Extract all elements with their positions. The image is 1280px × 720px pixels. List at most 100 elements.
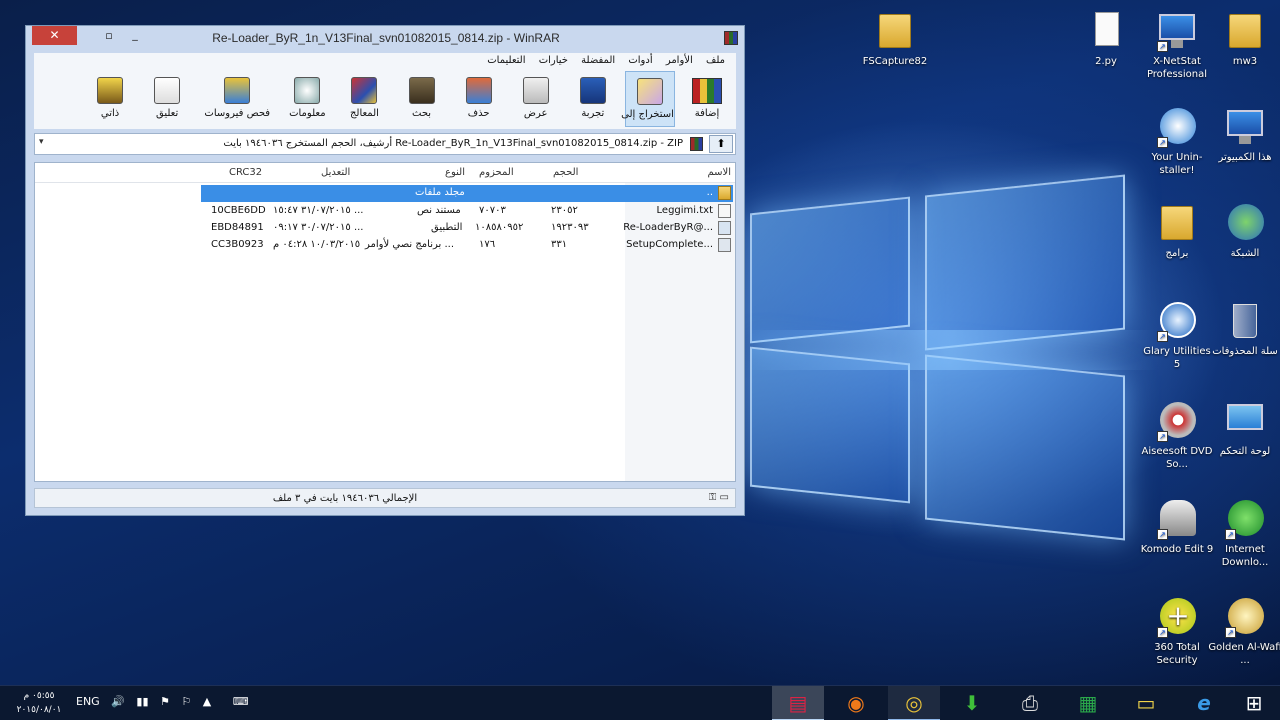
info-button[interactable]: معلومات xyxy=(282,71,332,127)
desktop-icon-fscapture[interactable]: FSCapture82 xyxy=(858,8,932,68)
desktop-icon-mw3[interactable]: mw3 xyxy=(1208,8,1280,68)
desktop-icon-control-panel[interactable]: لوحة التحكم xyxy=(1208,398,1280,458)
table-row[interactable]: Leggimi.txt ٢٣٠٥٢ ٧٠٧٠٣ مستند نص ٣١/٠٧/٢… xyxy=(35,203,735,220)
column-size[interactable]: الحجم xyxy=(553,167,578,178)
taskbar-idm[interactable]: ⬇ xyxy=(946,686,998,720)
menu-file[interactable]: ملف xyxy=(701,53,730,68)
show-hidden-icons-icon[interactable]: ▲ xyxy=(203,695,211,708)
desktop-icon-idm[interactable]: ↗ Internet Downlo... xyxy=(1208,496,1280,569)
desktop-icon-360-security[interactable]: + ↗ 360 Total Security xyxy=(1140,594,1214,667)
desktop-icon-komodo[interactable]: ↗ Komodo Edit 9 xyxy=(1140,496,1214,556)
virus-scan-button[interactable]: فحص فيروسات xyxy=(199,71,275,127)
delete-button[interactable]: حذف xyxy=(454,71,504,127)
status-bar: الإجمالي ١٩٤٦٠٣٦ بايت في ٣ ملف ⚿ ▭ xyxy=(34,488,736,508)
title-bar[interactable]: ✕ ▫ _ Re-Loader_ByR_1n_V13Final_svn01082… xyxy=(26,26,744,52)
clock-time: ٠٥:٥٥ م xyxy=(23,691,55,701)
column-packed[interactable]: المحزوم xyxy=(479,167,514,178)
wizard-button[interactable]: المعالج xyxy=(339,71,389,127)
cell-name: .. xyxy=(706,187,713,198)
sfx-button[interactable]: ذاتي xyxy=(85,71,135,127)
desktop-icon-label: لوحة التحكم xyxy=(1219,446,1271,457)
menu-tools[interactable]: أدوات xyxy=(623,53,657,68)
maximize-button[interactable]: ▫ xyxy=(99,29,119,43)
cell-name: Leggimi.txt xyxy=(656,205,713,216)
folder-icon xyxy=(1223,8,1267,52)
find-button[interactable]: بحث xyxy=(397,71,447,127)
menu-options[interactable]: خيارات xyxy=(534,53,573,68)
uninstaller-icon: ↗ xyxy=(1155,104,1199,148)
column-type[interactable]: النوع xyxy=(445,167,465,178)
file-list[interactable]: الاسم الحجم المحزوم النوع التعديل CRC32 … xyxy=(34,162,736,482)
security-plus-icon: + ↗ xyxy=(1155,594,1199,638)
cell-type: مجلد ملفات xyxy=(415,187,465,198)
close-button[interactable]: ✕ xyxy=(32,26,77,45)
wallpaper-pane xyxy=(750,346,910,504)
tool-label: ذاتي xyxy=(100,108,120,119)
taskbar-file-explorer[interactable]: ▭ xyxy=(1120,686,1172,720)
desktop-icon-golden-alwafi[interactable]: ↗ Golden Al-Wafi ... xyxy=(1208,594,1280,667)
desktop-icon-programs[interactable]: برامج xyxy=(1140,200,1214,260)
view-icon xyxy=(519,74,553,106)
taskbar-printer[interactable]: ⎙ xyxy=(1004,686,1056,720)
desktop-icon-label: Aiseesoft DVD So... xyxy=(1141,446,1213,470)
desktop-icon-label: برامج xyxy=(1165,248,1189,259)
taskbar-firefox[interactable]: ◉ xyxy=(830,686,882,720)
desktop-icon-this-pc[interactable]: هذا الكمبيوتر xyxy=(1208,104,1280,164)
tool-label: معلومات xyxy=(289,108,326,119)
desktop-icon-recycle-bin[interactable]: سلة المحذوفات xyxy=(1208,298,1280,358)
volume-icon[interactable]: 🔊 xyxy=(111,695,125,708)
minimize-button[interactable]: _ xyxy=(125,29,145,43)
info-icon xyxy=(290,74,324,106)
desktop-icon-2py[interactable]: 2.py xyxy=(1069,8,1143,68)
taskbar-chrome[interactable]: ◎ xyxy=(888,686,940,720)
menu-commands[interactable]: الأوامر xyxy=(661,53,698,68)
column-crc32[interactable]: CRC32 xyxy=(229,167,262,178)
winrar-window: ✕ ▫ _ Re-Loader_ByR_1n_V13Final_svn01082… xyxy=(25,25,745,516)
desktop-icon-xnetstat[interactable]: ↗ X-NetStat Professional xyxy=(1140,8,1214,81)
comment-button[interactable]: تعليق xyxy=(142,71,192,127)
desktop-icon-aiseesoft[interactable]: ↗ Aiseesoft DVD So... xyxy=(1140,398,1214,471)
flag-icon[interactable]: ⚐ xyxy=(181,695,191,708)
clock[interactable]: ٠٥:٥٥ م ٢٠١٥/٠٨/٠١ xyxy=(8,689,70,717)
cell-crc32: CC3B0923 xyxy=(211,239,264,250)
desktop-icon-network[interactable]: الشبكة xyxy=(1208,200,1280,260)
keyboard-icon[interactable]: ⌨ xyxy=(233,695,249,708)
desktop-icon-label: 2.py xyxy=(1095,56,1117,67)
status-text: الإجمالي ١٩٤٦٠٣٦ بايت في ٣ ملف xyxy=(272,493,418,504)
folder-icon xyxy=(873,8,917,52)
cell-type: برنامج نصي لأوامر ... xyxy=(365,239,454,250)
start-button[interactable]: ⊞ xyxy=(1228,686,1280,720)
table-row[interactable]: SetupComplete... ٣٣١ ١٧٦ برنامج نصي لأوا… xyxy=(35,237,735,254)
taskbar-winrar[interactable]: ▤ xyxy=(772,686,824,720)
taskbar-excel[interactable]: ▦ xyxy=(1062,686,1114,720)
address-bar[interactable]: ▾ Re-Loader_ByR_1n_V13Final_svn01082015_… xyxy=(34,133,736,155)
printer-icon: ⎙ xyxy=(1022,691,1038,715)
add-button[interactable]: إضافة xyxy=(682,71,732,127)
menu-help[interactable]: التعليمات xyxy=(482,53,530,68)
cell-size: ٣٣١ xyxy=(551,239,568,250)
chevron-down-icon[interactable]: ▾ xyxy=(39,137,44,147)
taskbar-internet-explorer[interactable]: e xyxy=(1178,686,1230,720)
tool-label: استخراج إلى xyxy=(621,109,674,120)
up-one-level-button[interactable]: ⬆ xyxy=(709,135,733,153)
extract-to-button[interactable]: استخراج إلى xyxy=(621,71,675,127)
desktop-icon-uninstaller[interactable]: ↗ Your Unin-staller! xyxy=(1140,104,1214,177)
network-signal-icon[interactable]: ▮▮ xyxy=(136,695,148,708)
test-button[interactable]: تجربة xyxy=(568,71,618,127)
column-modified[interactable]: التعديل xyxy=(321,167,350,178)
key-drive-icon[interactable]: ⚿ ▭ xyxy=(709,492,729,503)
action-center-icon[interactable]: ⚑ xyxy=(160,695,170,708)
tool-label: المعالج xyxy=(349,108,379,119)
selection-highlight xyxy=(201,185,733,202)
table-row[interactable]: .. مجلد ملفات xyxy=(35,185,735,202)
desktop-icon-label: Golden Al-Wafi ... xyxy=(1208,642,1280,666)
view-button[interactable]: عرض xyxy=(511,71,561,127)
winrar-app-icon[interactable] xyxy=(724,31,738,45)
table-row[interactable]: Re-LoaderByR@... ١٩٢٣٠٩٣ ١٠٨٥٨٠٩٥٢ التطب… xyxy=(35,220,735,237)
column-name[interactable]: الاسم xyxy=(707,167,731,178)
comment-icon xyxy=(150,74,184,106)
menu-favorites[interactable]: المفضلة xyxy=(576,53,620,68)
desktop-icon-glary[interactable]: ↗ Glary Utilities 5 xyxy=(1140,298,1214,371)
language-indicator[interactable]: ENG xyxy=(76,695,100,708)
komodo-icon: ↗ xyxy=(1155,496,1199,540)
